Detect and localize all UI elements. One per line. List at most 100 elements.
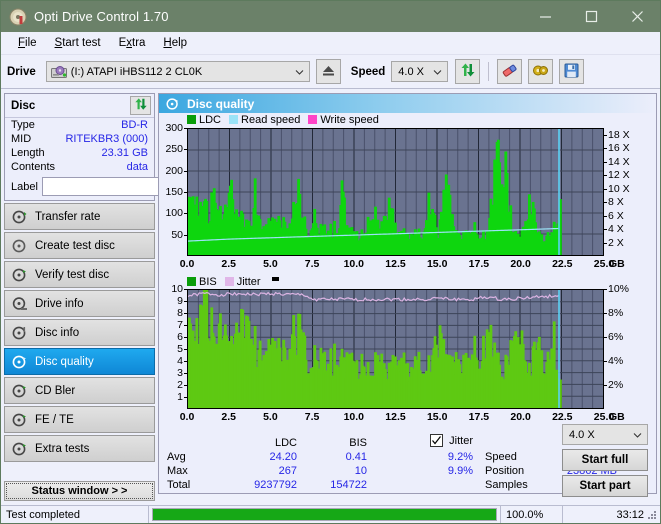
y-tick-label: 250 <box>165 143 183 156</box>
y-tick-label: 6 <box>177 331 183 343</box>
y-tick <box>184 301 187 302</box>
y-tick <box>184 325 187 326</box>
progress-fill <box>153 509 496 520</box>
x-tick-label: 0.0 <box>179 258 195 270</box>
x-tick-label: 7.5 <box>304 411 320 423</box>
disc-row-length-value: 23.31 GB <box>101 147 148 159</box>
bis-plot-svg <box>188 290 603 408</box>
menu-item-extra[interactable]: Extra <box>110 34 155 52</box>
erase-button[interactable] <box>497 59 523 84</box>
disc-row-contents-label: Contents <box>11 161 56 173</box>
settings-button[interactable] <box>528 59 554 84</box>
sidebar-item-drive-info[interactable]: Drive info <box>4 290 155 317</box>
sidebar-item-verify-test-disc[interactable]: Verify test disc <box>4 261 155 288</box>
x-axis-unit: GB <box>609 411 625 423</box>
test-speed-select[interactable]: 4.0 X <box>562 424 648 445</box>
legend-item-jitter: Jitter <box>224 276 261 288</box>
sidebar-item-transfer-rate[interactable]: Transfer rate <box>4 203 155 230</box>
y-tick-label: 2 <box>177 379 183 391</box>
close-icon[interactable] <box>614 1 660 32</box>
disc-row-type-label: Type <box>11 119 35 131</box>
start-full-button[interactable]: Start full <box>562 449 648 471</box>
legend-label-read-speed: Read speed <box>241 113 301 126</box>
legend-item-write-speed: Write speed <box>308 114 379 126</box>
eject-icon <box>321 64 336 80</box>
legend-swatch-write-speed <box>308 115 318 124</box>
stats-col-bis: BIS <box>349 437 367 449</box>
jitter-checkbox[interactable] <box>430 434 444 447</box>
y2-tick <box>604 161 607 163</box>
menu-item-start-test[interactable]: Start test <box>46 34 110 52</box>
y-tick <box>184 170 187 172</box>
y2-tick <box>604 229 607 231</box>
minimize-icon[interactable] <box>522 1 568 32</box>
maximize-icon[interactable] <box>568 1 614 32</box>
sidebar-item-disc-quality[interactable]: Disc quality <box>4 348 155 375</box>
disc-refresh-button[interactable] <box>130 96 151 115</box>
drive-value: (I:) ATAPI iHBS112 2 CL0K <box>70 65 203 78</box>
drive-icon <box>50 65 67 79</box>
resize-grip[interactable] <box>646 509 657 520</box>
stats-col-jitter: Jitter <box>367 434 473 447</box>
x-tick-label: 10.0 <box>343 258 365 270</box>
disc-row-mid-label: MID <box>11 133 32 145</box>
menu-item-help[interactable]: Help <box>154 34 196 52</box>
disc-quality-panel: Disc quality LDC Read speed Write speed … <box>158 93 657 497</box>
app-window: Opti Drive Control 1.70 File Start test … <box>0 0 661 524</box>
y-tick <box>184 128 187 129</box>
refresh-button[interactable] <box>455 59 481 84</box>
chevron-down-icon <box>633 430 642 439</box>
disc-panel: Disc Type BD-R MID RITEKBR3 (000) Length… <box>4 93 246 201</box>
legend-swatch-bis <box>187 277 196 286</box>
legend-label-write-speed: Write speed <box>320 113 379 126</box>
disc-burn-icon <box>12 238 28 254</box>
sidebar-item-cd-bler[interactable]: CD Bler <box>4 377 155 404</box>
sidebar-item-create-test-disc[interactable]: Create test disc <box>4 232 155 259</box>
y2-tick <box>604 215 607 217</box>
sidebar-item-extra-tests[interactable]: Extra tests <box>4 435 155 462</box>
drive-select[interactable]: (I:) ATAPI iHBS112 2 CL0K <box>45 61 310 82</box>
stats-max-bis: 10 <box>354 465 367 477</box>
menu-item-file[interactable]: File <box>9 34 46 52</box>
disc-row-contents: Contents data <box>5 160 154 174</box>
ldc-plot-area <box>187 128 604 256</box>
test-speed-value: 4.0 X <box>569 428 595 441</box>
jitter-checkbox-label: Jitter <box>449 434 473 447</box>
stats-speed-label: Speed <box>485 451 517 463</box>
y2-tick <box>604 202 607 204</box>
y-tick-label: 3 <box>177 367 183 379</box>
y-tick-label: 50 <box>171 228 183 241</box>
y2-tick-label: 8% <box>608 307 624 319</box>
y2-tick <box>604 148 607 150</box>
disc-row-type: Type BD-R <box>5 118 154 132</box>
stats-col-ldc: LDC <box>274 437 297 449</box>
y-tick <box>184 213 187 215</box>
stats-row-total-label: Total <box>167 479 191 491</box>
x-tick-label: 17.5 <box>468 258 490 270</box>
start-part-button[interactable]: Start part <box>562 475 648 497</box>
x-tick-label: 20.0 <box>510 411 531 423</box>
disc-info-icon <box>12 325 28 341</box>
y2-tick-label: 10 X <box>608 182 630 195</box>
x-tick-label: 12.5 <box>385 258 406 270</box>
y2-tick-label: 12 X <box>608 169 630 182</box>
speed-select[interactable]: 4.0 X <box>391 61 449 82</box>
x-tick-label: 22.5 <box>552 411 573 423</box>
disc-verify-icon <box>12 267 28 283</box>
window-title: Opti Drive Control 1.70 <box>34 9 169 24</box>
y2-tick-label: 10% <box>608 283 630 295</box>
sidebar-item-disc-info[interactable]: Disc info <box>4 319 155 346</box>
title-bar: Opti Drive Control 1.70 <box>1 1 660 32</box>
y-tick-label: 200 <box>165 164 183 177</box>
refresh-icon <box>134 97 148 114</box>
save-button[interactable] <box>559 59 585 84</box>
y-tick-label: 4 <box>177 355 183 367</box>
disc-quality-icon <box>166 97 180 111</box>
x-tick-label: 5.0 <box>263 411 278 423</box>
sidebar-item-fe-te[interactable]: FE / TE <box>4 406 155 433</box>
eject-button[interactable] <box>315 59 341 84</box>
status-window-button[interactable]: Status window > > <box>4 481 155 501</box>
y2-tick <box>604 337 607 338</box>
y2-tick <box>604 313 607 314</box>
y2-tick <box>604 188 607 190</box>
